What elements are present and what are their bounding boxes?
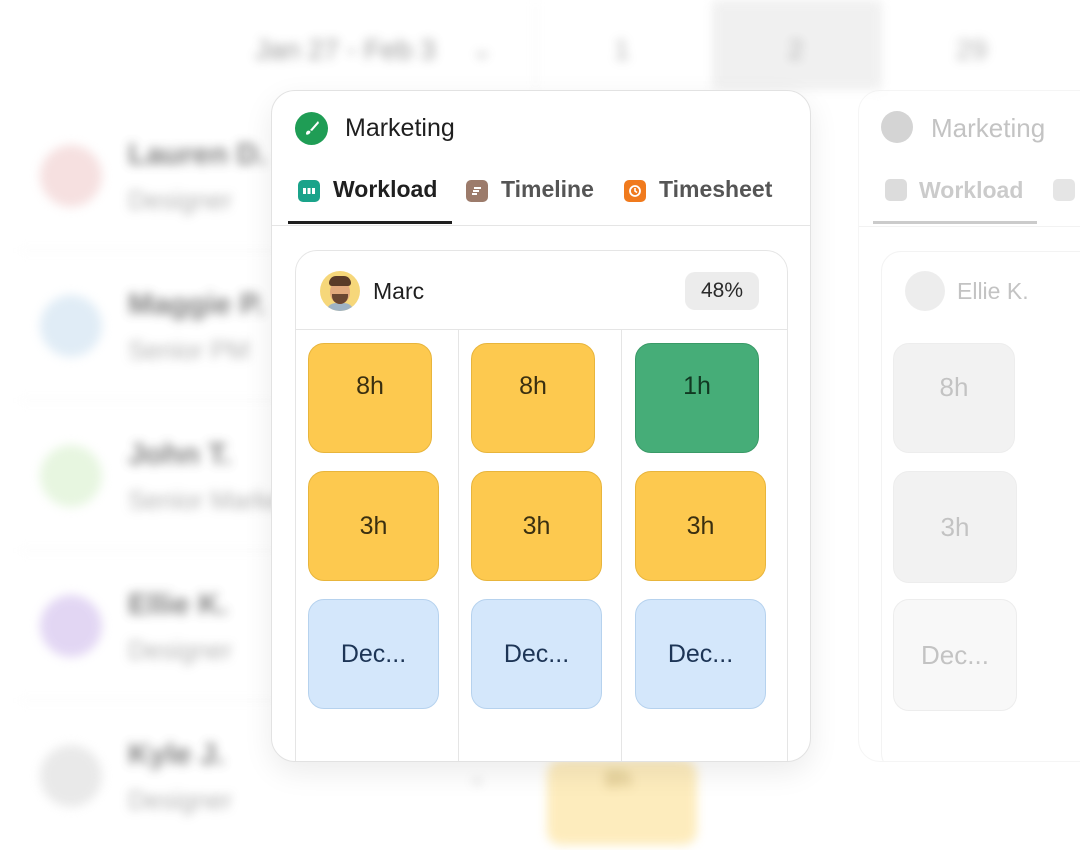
- ghost-tabs-divider: [859, 226, 1080, 227]
- brush-icon: [881, 111, 913, 143]
- avatar: [40, 445, 102, 507]
- tabs-divider: [272, 225, 810, 226]
- active-tab-indicator: [288, 221, 452, 224]
- person-name: John T.: [128, 438, 232, 471]
- chevron-down-icon[interactable]: ⌄: [472, 36, 492, 65]
- timeline-icon: [1053, 179, 1075, 201]
- avatar: [320, 271, 360, 311]
- ghost-cell: 3h: [893, 471, 1017, 583]
- card-header: Marketing: [295, 111, 455, 145]
- ghost-person-name: Ellie K.: [957, 278, 1029, 304]
- ghost-tab-underline: [873, 221, 1037, 224]
- person-name: Lauren D.: [128, 138, 267, 171]
- grid-divider: [296, 329, 787, 330]
- tab-timesheet[interactable]: Timesheet: [624, 169, 772, 219]
- timeline-icon: [466, 180, 488, 202]
- workload-cell[interactable]: 8h: [471, 343, 595, 453]
- person-role: Designer: [128, 635, 233, 665]
- brush-icon: [295, 111, 328, 145]
- person-header[interactable]: Marc: [320, 271, 424, 311]
- person-role: Designer: [128, 185, 233, 215]
- avatar: [40, 745, 102, 807]
- ghost-project-card: Marketing Workload Ellie K. 8h 3h Dec...: [858, 90, 1080, 762]
- tab-workload[interactable]: Workload: [298, 169, 437, 219]
- row-divider: [20, 250, 280, 251]
- row-divider: [20, 700, 280, 701]
- card-title: Marketing: [345, 113, 455, 142]
- block-hours: 8h: [605, 766, 632, 793]
- person-row[interactable]: John T. Senior Marketing: [40, 430, 325, 540]
- person-role: Senior PM: [128, 335, 250, 365]
- schedule-header: Jan 27 - Feb 3 ⌄ 1 2 29: [0, 20, 1080, 80]
- workload-cell[interactable]: 3h: [308, 471, 439, 581]
- person-name: Marc: [373, 277, 425, 304]
- ghost-card-title: Marketing: [931, 113, 1046, 143]
- day-label: 2: [788, 34, 804, 65]
- day-label: 29: [956, 34, 988, 65]
- ghost-cell: 8h: [893, 343, 1015, 453]
- tab-label: Timeline: [501, 176, 594, 202]
- column-divider: [458, 330, 459, 761]
- row-divider: [20, 550, 280, 551]
- person-name: Kyle J.: [128, 738, 225, 771]
- ghost-cell: Dec...: [893, 599, 1017, 711]
- clock-icon: [624, 180, 646, 202]
- column-divider: [621, 330, 622, 761]
- person-name: Ellie K.: [128, 588, 229, 621]
- workload-cell[interactable]: 1h: [635, 343, 759, 453]
- date-range-label[interactable]: Jan 27 - Feb 3: [255, 34, 436, 66]
- row-divider: [20, 400, 280, 401]
- workload-icon: [885, 179, 907, 201]
- chevron-down-icon[interactable]: ⌄: [468, 764, 486, 790]
- person-row[interactable]: Lauren D. Designer: [40, 130, 300, 240]
- workload-cell[interactable]: Dec...: [635, 599, 766, 709]
- tab-label: Workload: [333, 176, 438, 202]
- avatar: [40, 295, 102, 357]
- avatar: [40, 145, 102, 207]
- person-row[interactable]: Kyle J. Designer: [40, 730, 300, 840]
- tab-label: Timesheet: [659, 176, 773, 202]
- workload-cell[interactable]: 8h: [308, 343, 432, 453]
- person-row[interactable]: Ellie K. Designer: [40, 580, 300, 690]
- view-tabs: Workload Timeline Timesheet: [288, 169, 810, 225]
- workload-cell[interactable]: Dec...: [308, 599, 439, 709]
- avatar: [40, 595, 102, 657]
- tab-timeline[interactable]: Timeline: [466, 169, 594, 219]
- ghost-tab-workload: Workload: [919, 177, 1024, 203]
- day-label: 1: [614, 34, 630, 65]
- person-name: Maggie P.: [128, 288, 265, 321]
- utilization-badge: 48%: [685, 272, 759, 310]
- workload-panel: Marc 48% 8h 8h 1h 3h 3h 3h Dec... Dec...…: [295, 250, 788, 761]
- person-row[interactable]: Maggie P. Senior PM: [40, 280, 300, 390]
- workload-icon: [298, 180, 320, 202]
- workload-cell[interactable]: 3h: [635, 471, 766, 581]
- avatar: [905, 271, 945, 311]
- project-card: Marketing Workload Timeline Timesheet Ma…: [271, 90, 811, 762]
- workload-cell[interactable]: Dec...: [471, 599, 602, 709]
- person-role: Designer: [128, 785, 233, 815]
- workload-cell[interactable]: 3h: [471, 471, 602, 581]
- schedule-block[interactable]: 8h: [547, 760, 697, 845]
